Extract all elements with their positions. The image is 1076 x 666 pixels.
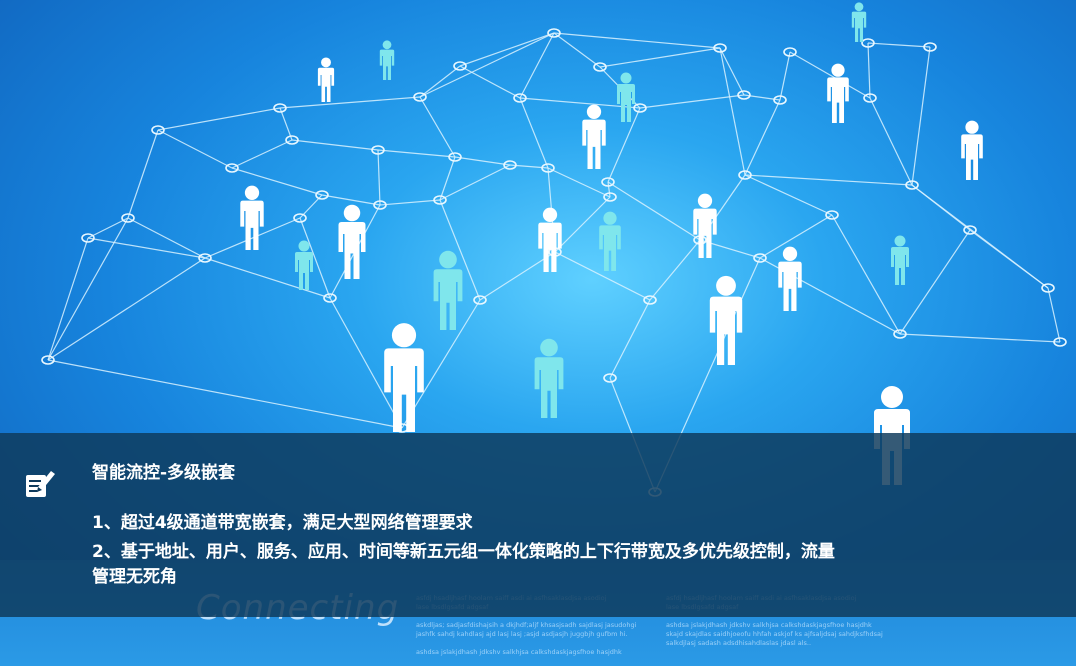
- network-edge: [377, 149, 381, 206]
- network-edge: [127, 129, 159, 219]
- network-edge: [157, 107, 281, 131]
- network-edge: [157, 129, 233, 169]
- network-edge: [377, 149, 456, 158]
- network-edge: [379, 199, 441, 206]
- network-edge: [607, 181, 611, 198]
- network-edge: [291, 139, 379, 151]
- person-icon: [338, 204, 366, 279]
- feature-line-2: 2、基于地址、用户、服务、应用、时间等新五元组一体化策略的上下行带宽及多优先级控…: [92, 542, 835, 562]
- network-edge: [47, 359, 403, 429]
- network-edge: [553, 32, 601, 68]
- person-icon: [582, 104, 606, 169]
- network-edge: [779, 51, 791, 101]
- panel-title: 智能流控-多级嵌套: [92, 463, 236, 483]
- network-edge: [607, 181, 701, 241]
- feature-line-1: 1、超过4级通道带宽嵌套，满足大型网络管理要求: [92, 513, 473, 533]
- person-icon: [534, 338, 564, 418]
- network-edge: [553, 32, 721, 49]
- person-icon: [709, 275, 743, 365]
- person-icon: [851, 2, 867, 42]
- network-edge: [609, 299, 651, 379]
- network-edge: [744, 174, 833, 216]
- network-edge: [47, 257, 206, 361]
- person-icon: [693, 193, 717, 258]
- note-edit-icon: [24, 465, 56, 501]
- network-edge: [719, 47, 745, 96]
- person-icon: [961, 120, 983, 180]
- network-edge: [279, 107, 293, 141]
- person-icon: [379, 40, 395, 80]
- person-icon: [778, 246, 802, 311]
- network-edge: [279, 96, 421, 109]
- feature-line-2-continued: 管理无死角: [92, 567, 177, 587]
- network-edge: [869, 97, 913, 186]
- network-edge: [899, 333, 1061, 343]
- person-icon: [599, 211, 621, 271]
- network-edge: [321, 194, 381, 206]
- network-edge: [911, 46, 931, 186]
- network-edge: [547, 167, 611, 198]
- person-icon: [384, 323, 424, 432]
- person-icon: [538, 207, 562, 272]
- network-edge: [419, 32, 555, 98]
- person-icon: [295, 240, 313, 290]
- person-icon: [317, 57, 335, 102]
- person-icon: [240, 185, 264, 250]
- person-icon: [827, 63, 849, 123]
- network-edge: [719, 47, 746, 176]
- network-edge: [419, 65, 461, 98]
- network-edge: [1047, 287, 1061, 343]
- person-icon: [433, 250, 463, 330]
- network-edge: [899, 229, 971, 335]
- network-edge: [459, 65, 521, 99]
- network-edge: [867, 42, 931, 48]
- network-edge: [419, 96, 456, 158]
- network-edge: [599, 47, 721, 68]
- network-edge: [649, 239, 701, 301]
- network-edge: [744, 174, 913, 186]
- person-icon: [617, 72, 635, 122]
- network-edge: [744, 99, 781, 176]
- network-edge: [454, 156, 511, 166]
- network-edge: [867, 42, 871, 99]
- network-edge: [87, 237, 206, 259]
- network-edge: [231, 139, 293, 169]
- network-edge: [911, 184, 1049, 289]
- network-edge: [554, 251, 651, 301]
- person-icon: [891, 235, 909, 285]
- network-edge: [639, 94, 745, 109]
- network-edge: [519, 97, 549, 169]
